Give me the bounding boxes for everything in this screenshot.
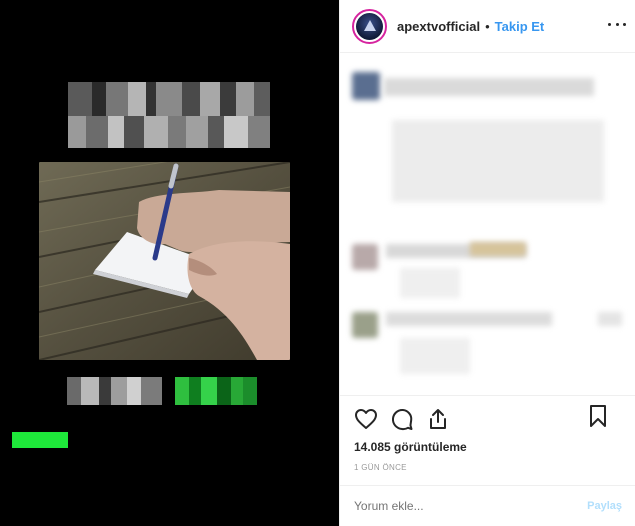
post-actions: 14.085 görüntüleme 1 GÜN ÖNCE xyxy=(340,395,635,473)
post-sidebar: apextvofficial • Takip Et 14.085 görüntü… xyxy=(339,0,635,526)
redacted-caption-right xyxy=(175,377,257,405)
username-link[interactable]: apextvofficial xyxy=(397,19,480,34)
redacted-comment-text xyxy=(400,268,460,298)
redacted-title-line-1 xyxy=(68,82,270,116)
post-header: apextvofficial • Takip Et xyxy=(340,0,635,53)
comment-input[interactable] xyxy=(354,499,554,513)
avatar[interactable] xyxy=(352,244,378,270)
redacted-caption-left xyxy=(67,377,162,405)
more-options-icon[interactable] xyxy=(608,15,626,33)
channel-logo-icon[interactable] xyxy=(352,8,387,44)
video-player[interactable] xyxy=(0,0,339,526)
redacted-comment-text xyxy=(598,312,622,326)
share-icon[interactable] xyxy=(426,407,450,431)
comments-list xyxy=(340,54,635,394)
writing-hand-illustration xyxy=(39,162,290,360)
separator-dot: • xyxy=(485,18,490,34)
post-comment-button[interactable]: Paylaş xyxy=(587,500,622,512)
avatar[interactable] xyxy=(352,72,380,100)
redacted-comment-text xyxy=(384,78,594,96)
avatar[interactable] xyxy=(352,312,378,338)
redacted-comment-text xyxy=(400,338,470,374)
video-frame-photo xyxy=(39,162,290,360)
censor-bar xyxy=(12,432,68,448)
redacted-comment-text xyxy=(386,312,552,326)
view-count: 14.085 görüntüleme xyxy=(354,440,467,454)
bookmark-icon[interactable] xyxy=(586,404,610,428)
follow-button[interactable]: Takip Et xyxy=(495,19,545,34)
redacted-title-line-2 xyxy=(68,116,270,148)
comment-form: Paylaş xyxy=(340,485,635,526)
redacted-comment-text xyxy=(392,120,604,202)
heart-icon[interactable] xyxy=(354,407,378,431)
timestamp: 1 GÜN ÖNCE xyxy=(354,463,407,472)
redacted-comment-text xyxy=(470,242,526,256)
comment-icon[interactable] xyxy=(390,407,414,431)
